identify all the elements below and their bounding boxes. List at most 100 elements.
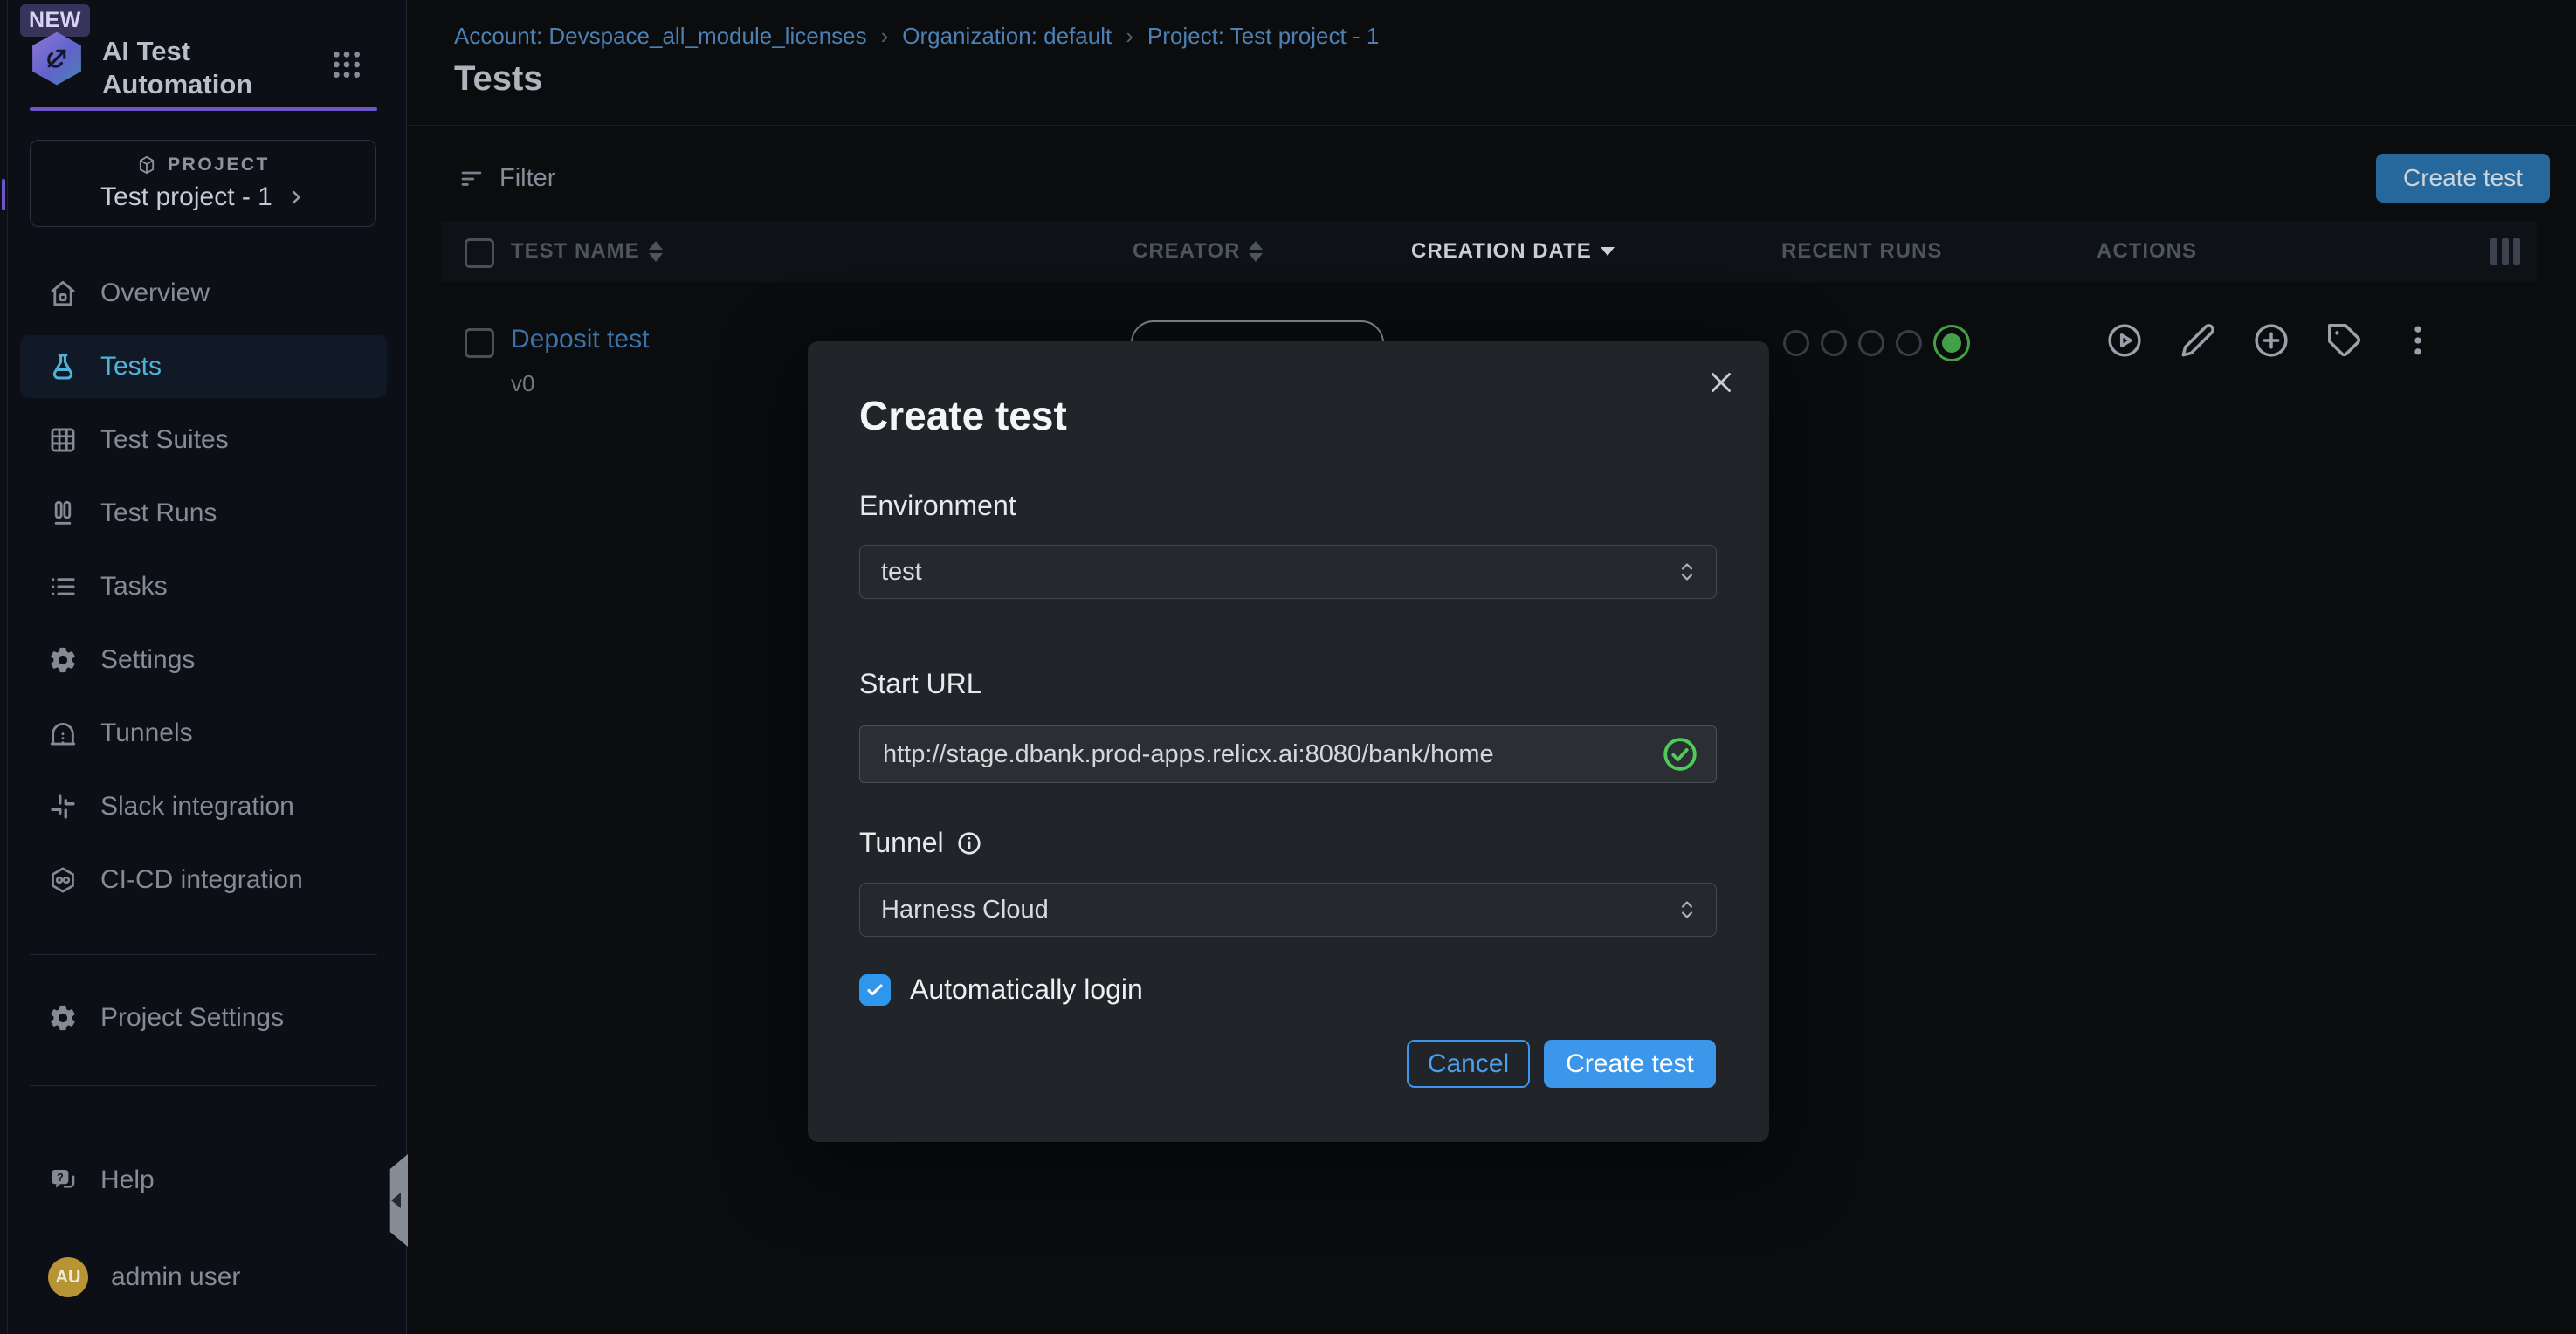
- avatar: AU: [48, 1257, 88, 1297]
- auto-login-label: Automatically login: [910, 973, 1143, 1006]
- tunnel-select[interactable]: Harness Cloud: [859, 883, 1717, 937]
- column-creator[interactable]: CREATOR: [1133, 221, 1263, 282]
- start-url-value: http://stage.dbank.prod-apps.relicx.ai:8…: [883, 740, 1494, 769]
- add-icon[interactable]: [2252, 321, 2290, 360]
- breadcrumb-project[interactable]: Project: Test project - 1: [1147, 23, 1379, 50]
- columns-icon: [48, 499, 78, 528]
- sidebar-item-test-runs[interactable]: Test Runs: [20, 482, 387, 545]
- row-checkbox[interactable]: [465, 328, 494, 358]
- home-icon: [48, 278, 78, 308]
- gear-icon: [48, 1003, 78, 1033]
- column-label: TEST NAME: [511, 239, 640, 264]
- run-status-passed[interactable]: [1933, 325, 1970, 361]
- sidebar-item-cicd-integration[interactable]: CI-CD integration: [20, 849, 387, 911]
- tag-icon[interactable]: [2325, 321, 2364, 360]
- flask-icon: [48, 352, 78, 382]
- test-name-link[interactable]: Deposit test: [511, 325, 649, 354]
- brand-accent-line: [30, 107, 377, 111]
- tunnel-value: Harness Cloud: [881, 896, 1049, 925]
- run-status-none[interactable]: [1896, 330, 1922, 356]
- sidebar-item-test-suites[interactable]: Test Suites: [20, 409, 387, 471]
- info-icon[interactable]: [956, 830, 982, 856]
- row-actions: [2105, 321, 2437, 360]
- column-label: ACTIONS: [2097, 239, 2197, 264]
- sidebar-nav: Overview Tests Test Suites Test Runs: [20, 262, 387, 922]
- edit-icon[interactable]: [2179, 321, 2217, 360]
- sidebar-item-project-settings[interactable]: Project Settings: [20, 987, 415, 1049]
- app-switcher-icon[interactable]: [329, 47, 364, 82]
- auto-login-checkbox[interactable]: [859, 974, 891, 1006]
- sort-desc-icon: [1601, 247, 1615, 256]
- auto-login-row[interactable]: Automatically login: [859, 973, 1143, 1006]
- robot-arm-icon: [40, 42, 73, 75]
- project-label: PROJECT: [168, 155, 270, 175]
- filter-button[interactable]: Filter: [459, 164, 555, 193]
- run-status-none[interactable]: [1858, 330, 1884, 356]
- column-creation-date[interactable]: CREATION DATE: [1411, 221, 1615, 282]
- sort-arrows-icon: [649, 241, 663, 262]
- sidebar-divider: [30, 954, 377, 955]
- gear-icon: [48, 645, 78, 675]
- modal-title: Create test: [859, 392, 1067, 439]
- create-test-button[interactable]: Create test: [2376, 154, 2550, 203]
- filter-icon: [459, 167, 484, 191]
- sidebar-item-label: CI-CD integration: [100, 865, 303, 895]
- sidebar-item-label: Test Runs: [100, 499, 217, 528]
- environment-select[interactable]: test: [859, 545, 1717, 599]
- close-icon[interactable]: [1705, 366, 1738, 399]
- app-logo: [30, 31, 84, 86]
- run-status-none[interactable]: [1821, 330, 1847, 356]
- sidebar-item-label: Settings: [100, 645, 195, 675]
- run-test-icon[interactable]: [2105, 321, 2144, 360]
- tunnel-label-text: Tunnel: [859, 827, 944, 859]
- sidebar-item-label: Tunnels: [100, 719, 193, 748]
- app-title: AI Test Automation: [102, 35, 294, 101]
- sidebar-item-label: Test Suites: [100, 425, 229, 455]
- column-test-name[interactable]: TEST NAME: [511, 221, 663, 282]
- column-settings-icon[interactable]: [2490, 238, 2520, 265]
- svg-text:?: ?: [57, 1171, 64, 1184]
- start-url-label: Start URL: [859, 668, 981, 700]
- column-label: RECENT RUNS: [1781, 239, 1942, 264]
- breadcrumb-separator: ›: [881, 23, 889, 50]
- column-label: CREATION DATE: [1411, 239, 1592, 264]
- more-menu-icon[interactable]: [2399, 321, 2437, 360]
- test-version: v0: [511, 370, 534, 397]
- sidebar-item-help[interactable]: ? Help: [20, 1149, 415, 1212]
- chevron-right-icon: [286, 188, 306, 207]
- collapse-arrow-icon: [391, 1193, 401, 1208]
- page-title: Tests: [454, 59, 543, 99]
- url-valid-check-icon: [1662, 736, 1698, 773]
- header-divider: [407, 125, 2576, 126]
- sidebar-item-tests[interactable]: Tests: [20, 335, 387, 398]
- breadcrumb: Account: Devspace_all_module_licenses › …: [454, 23, 1379, 50]
- sidebar-item-slack-integration[interactable]: Slack integration: [20, 775, 387, 838]
- sidebar: NEW AI Test Automation PROJECT Tes: [8, 0, 407, 1334]
- table-header: TEST NAME CREATOR CREATION DATE RECENT R…: [441, 221, 2537, 282]
- cube-icon: [136, 155, 157, 175]
- project-selector[interactable]: PROJECT Test project - 1: [30, 140, 376, 227]
- select-all-checkbox[interactable]: [465, 238, 494, 268]
- sidebar-item-settings[interactable]: Settings: [20, 629, 387, 691]
- column-actions: ACTIONS: [2097, 221, 2197, 282]
- column-recent-runs: RECENT RUNS: [1781, 221, 1942, 282]
- breadcrumb-account[interactable]: Account: Devspace_all_module_licenses: [454, 23, 867, 50]
- sidebar-item-tunnels[interactable]: Tunnels: [20, 702, 387, 765]
- rail-scroll-thumb[interactable]: [2, 179, 5, 210]
- select-chevrons-icon: [1679, 897, 1695, 922]
- cancel-button[interactable]: Cancel: [1407, 1040, 1530, 1088]
- environment-value: test: [881, 558, 922, 587]
- sidebar-item-tasks[interactable]: Tasks: [20, 555, 387, 618]
- start-url-input[interactable]: http://stage.dbank.prod-apps.relicx.ai:8…: [859, 725, 1717, 783]
- sidebar-item-label: Project Settings: [100, 1003, 284, 1033]
- environment-label: Environment: [859, 490, 1016, 522]
- breadcrumb-organization[interactable]: Organization: default: [902, 23, 1112, 50]
- sidebar-item-label: Tests: [100, 352, 162, 382]
- project-name: Test project - 1: [100, 182, 272, 212]
- modal-create-test-button[interactable]: Create test: [1544, 1040, 1716, 1088]
- user-menu[interactable]: AU admin user: [20, 1246, 415, 1309]
- sidebar-item-label: Tasks: [100, 572, 168, 602]
- recent-runs[interactable]: [1783, 323, 1970, 363]
- sidebar-item-overview[interactable]: Overview: [20, 262, 387, 325]
- run-status-none[interactable]: [1783, 330, 1809, 356]
